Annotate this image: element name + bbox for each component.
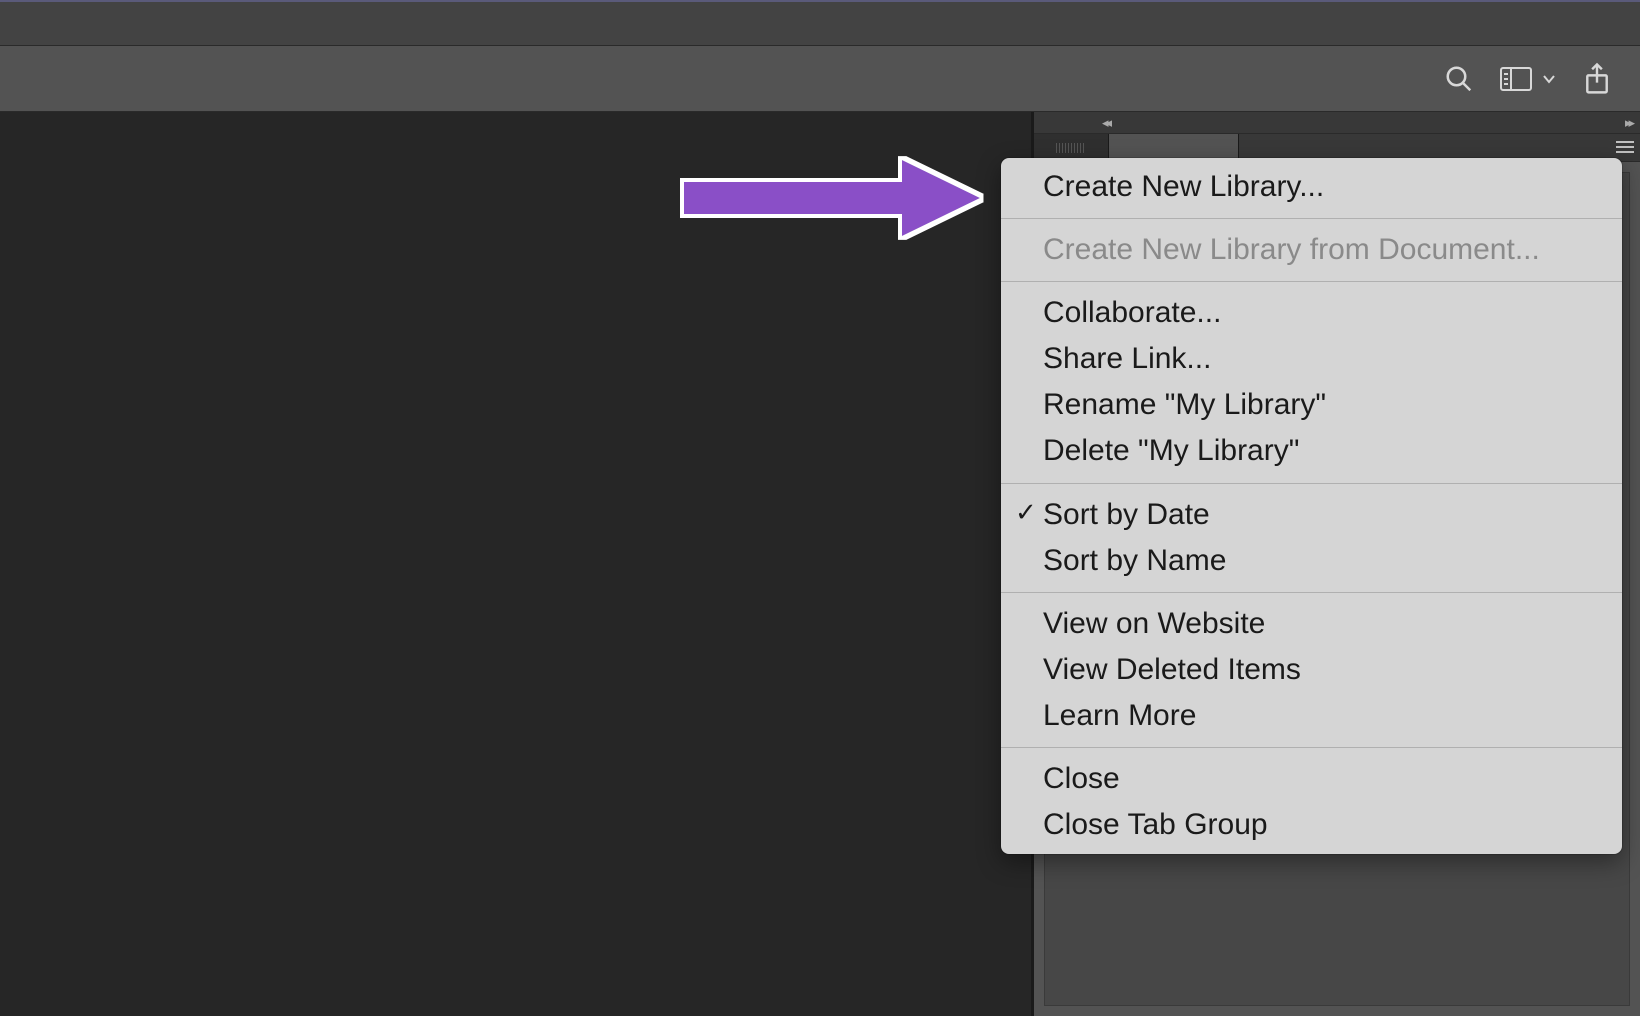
- menu-separator: [1001, 483, 1622, 484]
- annotation-arrow: [672, 152, 992, 249]
- menu-item-sort-by-name[interactable]: Sort by Name: [1001, 538, 1622, 584]
- menu-separator: [1001, 747, 1622, 748]
- panel-layout-icon[interactable]: [1500, 67, 1532, 91]
- menu-item-label: Collaborate...: [1043, 296, 1221, 329]
- collapse-right-icon[interactable]: ▸▸: [1625, 115, 1632, 131]
- menu-item-label: Share Link...: [1043, 342, 1211, 375]
- panel-tab-active[interactable]: [1109, 134, 1239, 161]
- collapse-left-icon[interactable]: ◂◂: [1102, 115, 1109, 131]
- menu-separator: [1001, 592, 1622, 593]
- menu-item-learn-more[interactable]: Learn More: [1001, 693, 1622, 739]
- menu-item-label: Close: [1043, 762, 1120, 795]
- menu-item-collaborate[interactable]: Collaborate...: [1001, 290, 1622, 336]
- menu-item-rename[interactable]: Rename "My Library": [1001, 382, 1622, 428]
- library-context-menu: Create New Library... Create New Library…: [1001, 158, 1622, 854]
- search-icon[interactable]: [1444, 64, 1474, 94]
- menu-item-create-from-document: Create New Library from Document...: [1001, 227, 1622, 273]
- menu-item-label: Delete "My Library": [1043, 434, 1299, 467]
- panel-menu-icon[interactable]: [1616, 140, 1634, 159]
- menu-item-share-link[interactable]: Share Link...: [1001, 336, 1622, 382]
- menu-item-label: Sort by Name: [1043, 544, 1226, 577]
- grip-icon: [1056, 143, 1086, 153]
- menu-item-create-new-library[interactable]: Create New Library...: [1001, 164, 1622, 210]
- menu-separator: [1001, 281, 1622, 282]
- panel-tab[interactable]: [1034, 134, 1109, 161]
- menu-item-label: Create New Library from Document...: [1043, 233, 1540, 266]
- menu-item-label: Rename "My Library": [1043, 388, 1326, 421]
- menu-item-view-deleted[interactable]: View Deleted Items: [1001, 647, 1622, 693]
- menu-item-close[interactable]: Close: [1001, 756, 1622, 802]
- menu-item-close-tab-group[interactable]: Close Tab Group: [1001, 802, 1622, 848]
- share-icon[interactable]: [1582, 62, 1612, 96]
- menu-item-label: View on Website: [1043, 607, 1265, 640]
- title-bar: [0, 0, 1640, 46]
- menu-item-view-on-website[interactable]: View on Website: [1001, 601, 1622, 647]
- menu-item-label: Create New Library...: [1043, 170, 1324, 203]
- chevron-down-icon[interactable]: [1542, 72, 1556, 86]
- menu-separator: [1001, 218, 1622, 219]
- menu-item-label: View Deleted Items: [1043, 653, 1301, 686]
- menu-item-delete[interactable]: Delete "My Library": [1001, 428, 1622, 474]
- panel-header: ◂◂ ▸▸: [1034, 112, 1640, 134]
- menu-item-label: Learn More: [1043, 699, 1196, 732]
- menu-item-sort-by-date[interactable]: ✓ Sort by Date: [1001, 492, 1622, 538]
- toolbar: [0, 46, 1640, 112]
- check-icon: ✓: [1015, 496, 1037, 529]
- menu-item-label: Close Tab Group: [1043, 808, 1268, 841]
- menu-item-label: Sort by Date: [1043, 498, 1210, 531]
